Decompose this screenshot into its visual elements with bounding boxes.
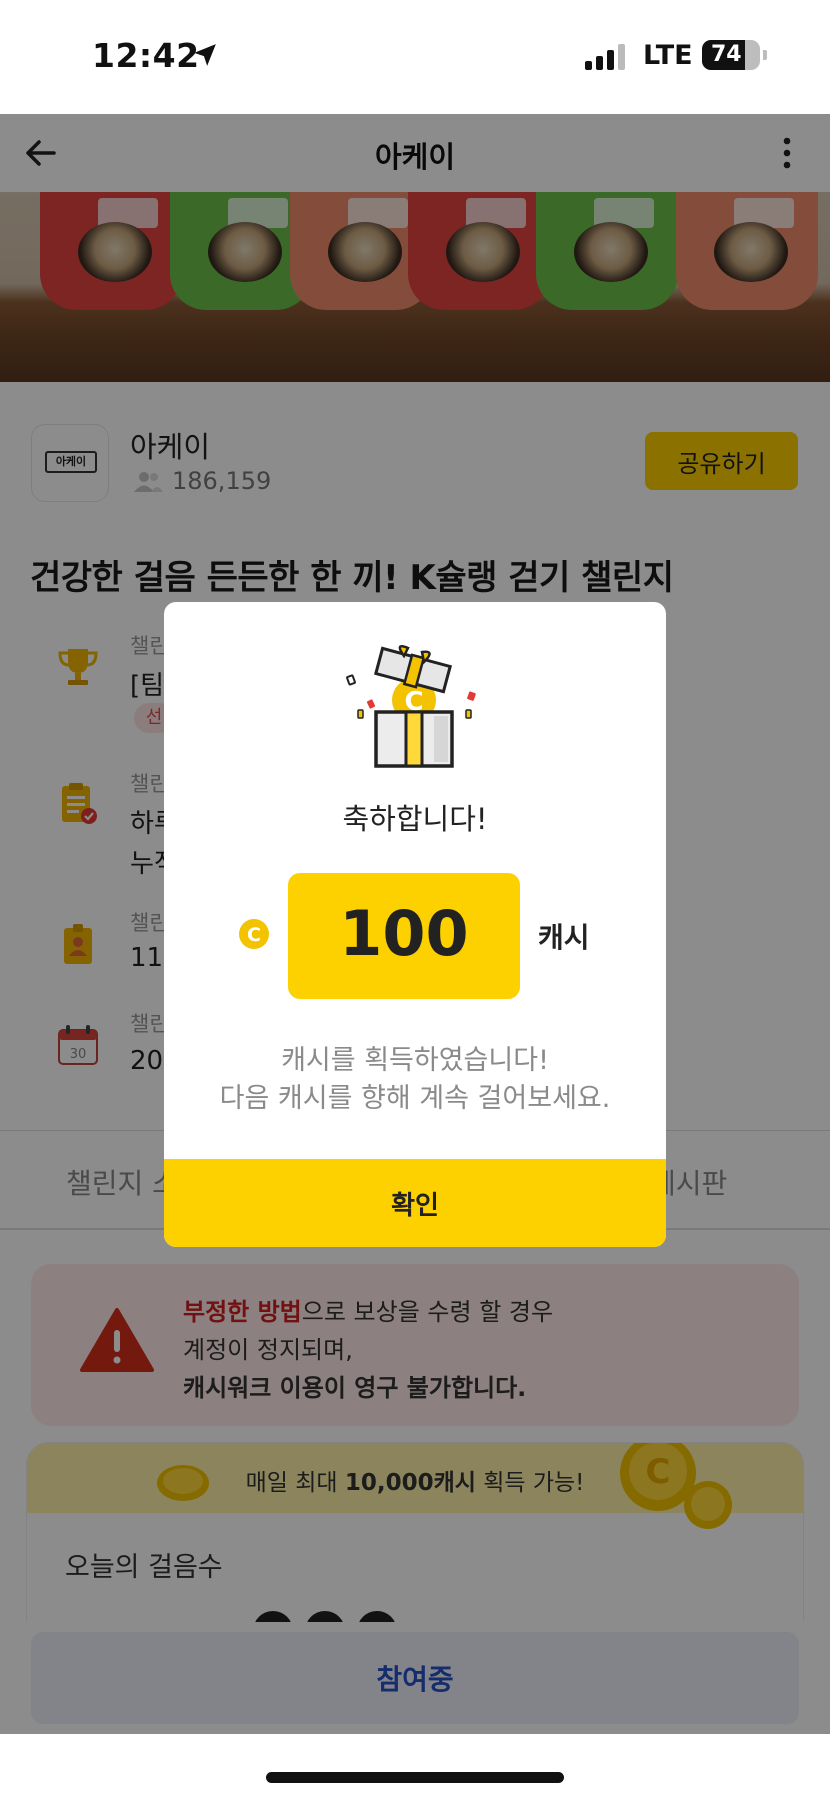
congrats-text: 축하합니다! <box>342 802 488 836</box>
location-arrow-icon <box>194 44 216 66</box>
battery-icon: 74 <box>702 40 767 70</box>
gift-box-icon: C <box>346 645 476 768</box>
reward-unit: 캐시 <box>538 921 590 954</box>
svg-text:C: C <box>247 924 261 946</box>
reward-message-2: 다음 캐시를 향해 계속 걸어보세요. <box>219 1083 611 1114</box>
cash-coin-icon: C <box>239 919 269 949</box>
home-indicator[interactable] <box>266 1772 564 1783</box>
confirm-button[interactable]: 확인 <box>164 1159 666 1247</box>
battery-level: 74 <box>711 42 742 67</box>
network-type: LTE <box>643 40 693 71</box>
signal-icon <box>585 44 625 70</box>
status-time: 12:42 <box>92 36 200 75</box>
status-bar: 12:42 LTE 74 <box>0 0 830 114</box>
reward-message-1: 캐시를 획득하였습니다! <box>281 1045 549 1076</box>
reward-amount-box: 100 <box>288 873 520 999</box>
app-screen: 12:42 LTE 74 아케이 아케이 아케이 186,159 공유하기 건강… <box>0 0 830 1799</box>
reward-amount: 100 <box>339 897 469 970</box>
home-area <box>0 1734 830 1799</box>
reward-modal: C 축하합니다! C 100 캐시 캐시를 획득하였습니다! 다음 캐시를 향해… <box>164 602 666 1247</box>
